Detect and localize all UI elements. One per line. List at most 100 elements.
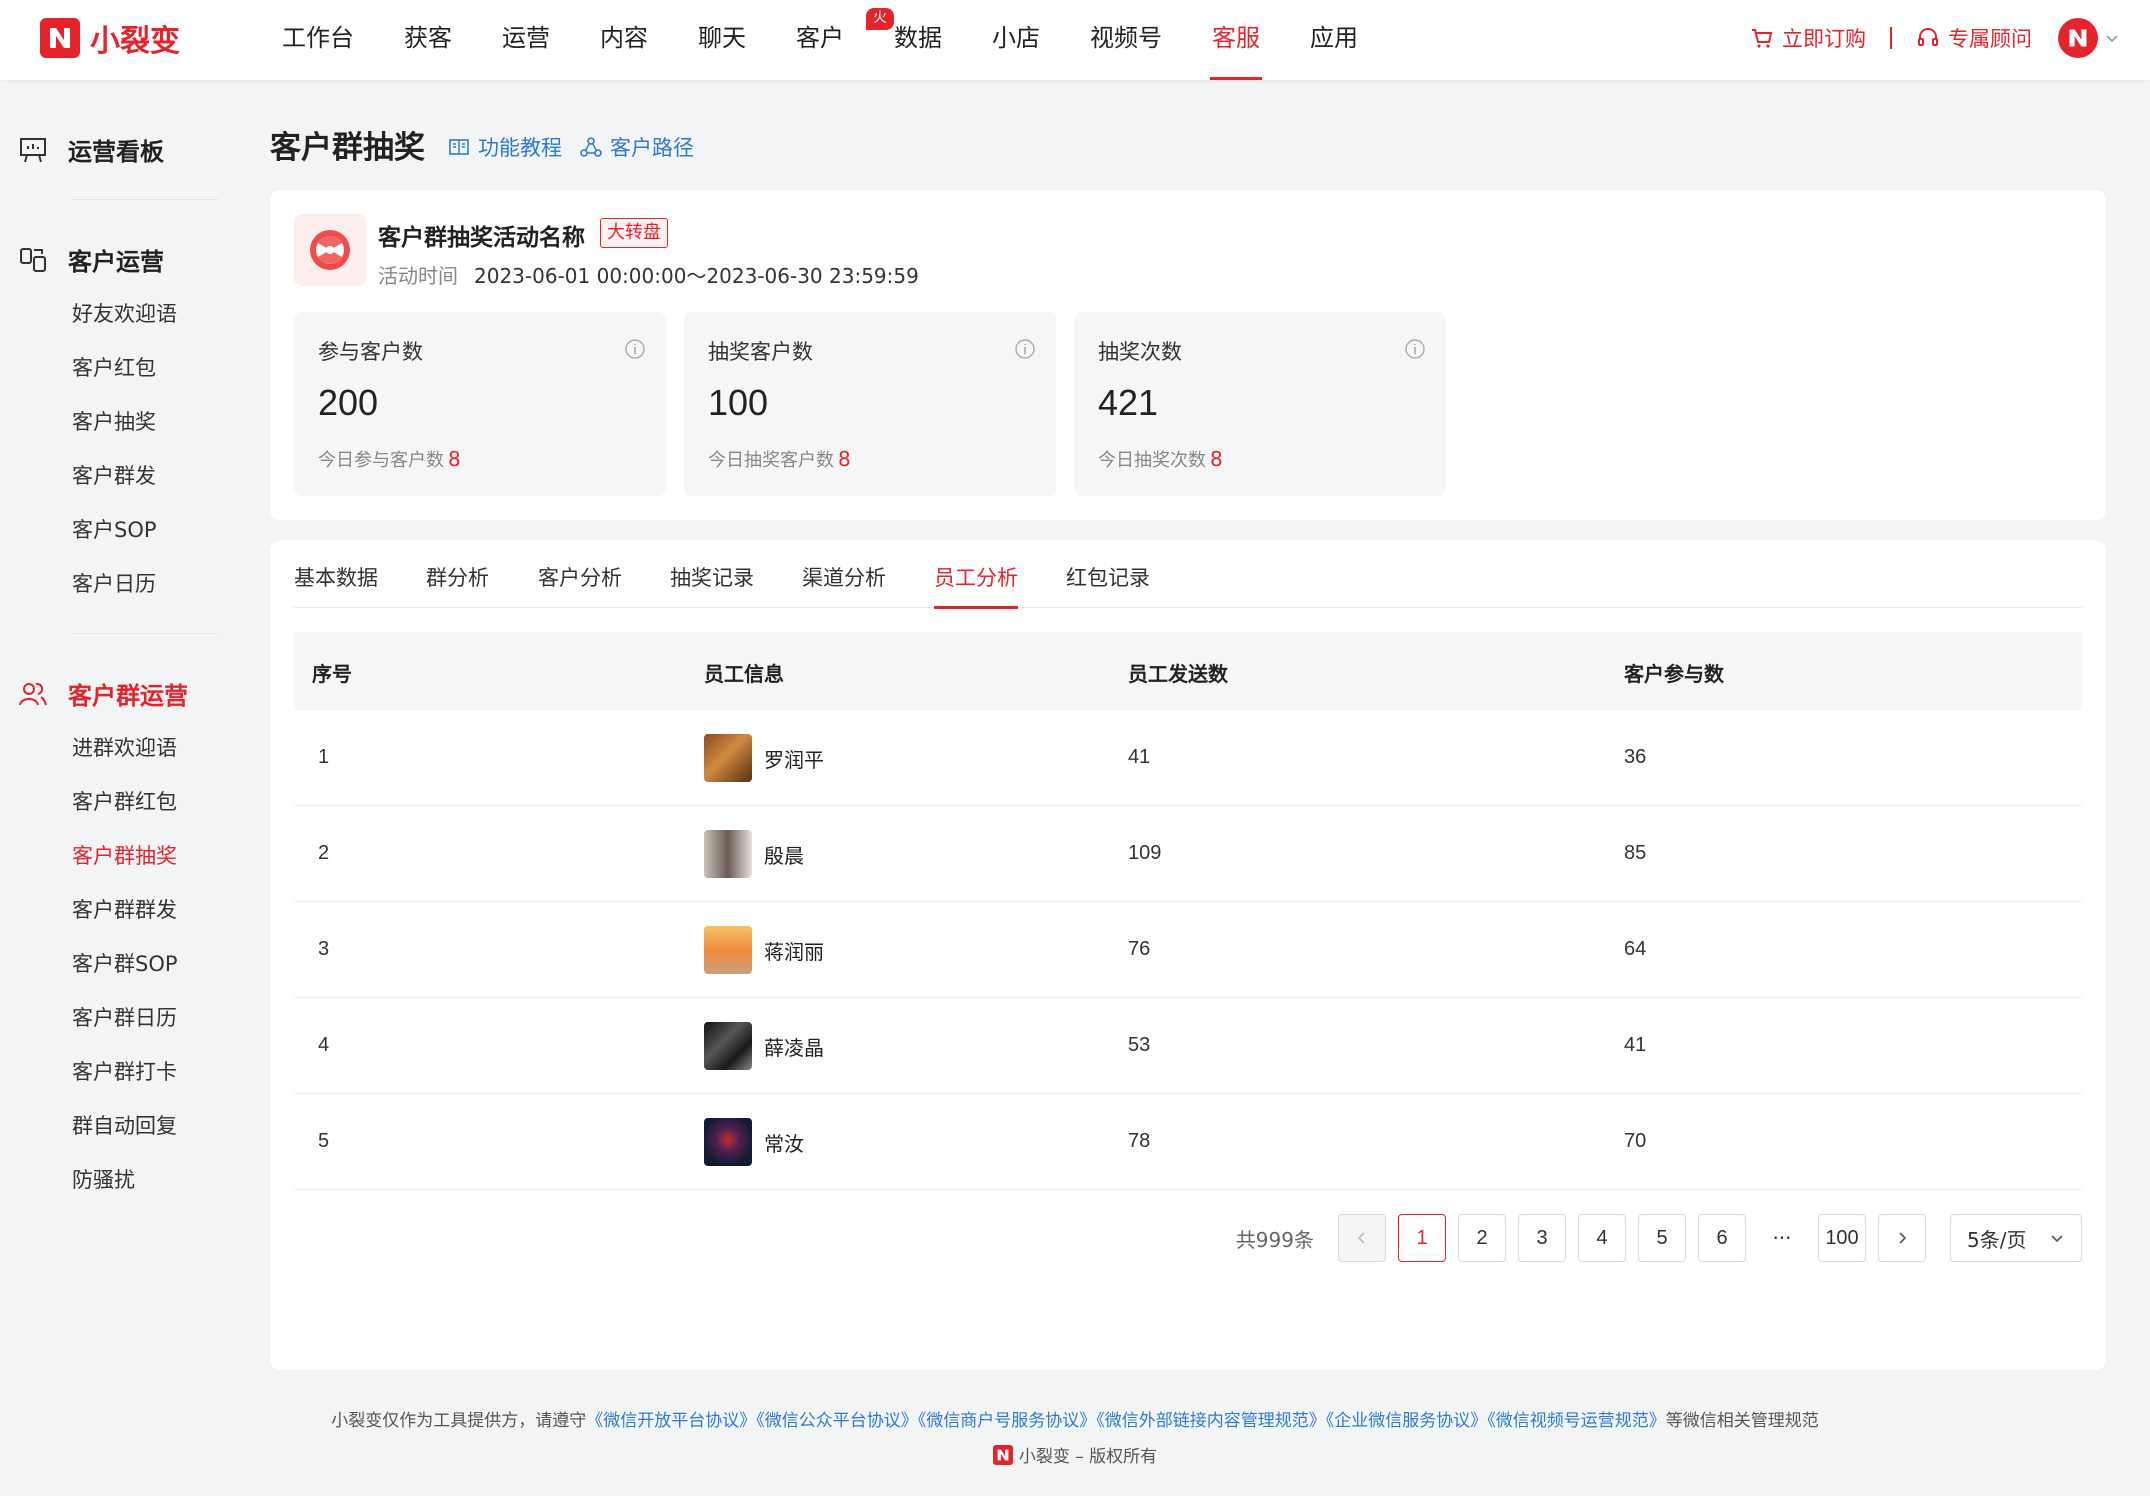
cell-joined: 41 bbox=[1624, 1034, 1647, 1056]
cell-sent: 76 bbox=[1128, 938, 1151, 960]
tab-basic-data[interactable]: 基本数据 bbox=[294, 562, 378, 608]
sidebar-item-group-redpacket[interactable]: 客户群红包 bbox=[72, 786, 177, 816]
cell-no: 3 bbox=[318, 938, 330, 960]
tab-group-analysis[interactable]: 群分析 bbox=[426, 562, 489, 608]
sidebar-item-customer-sop[interactable]: 客户SOP bbox=[72, 514, 157, 544]
stat-today: 今日参与客户数 8 bbox=[318, 446, 461, 472]
sidebar-item-customer-redpacket[interactable]: 客户红包 bbox=[72, 352, 156, 382]
nav-operate[interactable]: 运营 bbox=[480, 0, 572, 80]
sidebar-customer-ops[interactable]: 客户运营 bbox=[18, 242, 164, 277]
page-button-5[interactable]: 5 bbox=[1638, 1214, 1686, 1262]
footer-suffix: 等微信相关管理规范 bbox=[1665, 1411, 1819, 1431]
staff-name: 蒋润丽 bbox=[764, 939, 824, 964]
nav-apps[interactable]: 应用 bbox=[1288, 0, 1380, 80]
prev-page-button[interactable] bbox=[1338, 1214, 1386, 1262]
staff-info: 薛凌晶 bbox=[704, 1022, 824, 1070]
page-button-4[interactable]: 4 bbox=[1578, 1214, 1626, 1262]
footer-link-official-account[interactable]: 《微信公众平台协议》 bbox=[756, 1411, 918, 1431]
stat-today: 今日抽奖次数 8 bbox=[1098, 446, 1223, 472]
nav-chat[interactable]: 聊天 bbox=[676, 0, 768, 80]
tab-customer-analysis[interactable]: 客户分析 bbox=[538, 562, 622, 608]
nav-content[interactable]: 内容 bbox=[578, 0, 670, 80]
sidebar-divider bbox=[72, 633, 218, 634]
stat-value: 421 bbox=[1098, 382, 1159, 423]
tutorial-label: 功能教程 bbox=[478, 136, 562, 160]
table-row[interactable]: 4 薛凌晶 53 41 bbox=[294, 998, 2082, 1094]
page-button-2[interactable]: 2 bbox=[1458, 1214, 1506, 1262]
info-icon[interactable] bbox=[1014, 338, 1036, 360]
footer-copyright: 小裂变 – 版权所有 bbox=[0, 1442, 2150, 1467]
top-right-actions: 立即订购 专属顾问 bbox=[1750, 0, 2120, 76]
table-row[interactable]: 3 蒋润丽 76 64 bbox=[294, 902, 2082, 998]
footer-link-external-content[interactable]: 《微信外部链接内容管理规范》 bbox=[1096, 1411, 1326, 1431]
brand-logo[interactable]: 小裂变 bbox=[40, 16, 180, 60]
page-button-3[interactable]: 3 bbox=[1518, 1214, 1566, 1262]
tab-lottery-records[interactable]: 抽奖记录 bbox=[670, 562, 754, 608]
chevron-down-icon[interactable] bbox=[2104, 30, 2120, 46]
nav-workbench[interactable]: 工作台 bbox=[260, 0, 376, 80]
sidebar-item-customer-broadcast[interactable]: 客户群发 bbox=[72, 460, 156, 490]
staff-info: 蒋润丽 bbox=[704, 926, 824, 974]
stat-label: 参与客户数 bbox=[318, 340, 423, 364]
sidebar-group-ops-label: 客户群运营 bbox=[68, 682, 188, 710]
table-row[interactable]: 5 常汝 78 70 bbox=[294, 1094, 2082, 1190]
info-icon[interactable] bbox=[624, 338, 646, 360]
sidebar-item-group-lottery[interactable]: 客户群抽奖 bbox=[72, 840, 177, 870]
table-row[interactable]: 1 罗润平 41 36 bbox=[294, 710, 2082, 806]
nav-shop[interactable]: 小店 bbox=[970, 0, 1062, 80]
staff-avatar bbox=[704, 830, 752, 878]
sidebar-item-group-autoreply[interactable]: 群自动回复 bbox=[72, 1110, 177, 1140]
nav-data[interactable]: 数据 bbox=[872, 0, 964, 80]
nav-service[interactable]: 客服 bbox=[1190, 0, 1282, 80]
footer-link-open-platform[interactable]: 《微信开放平台协议》 bbox=[586, 1411, 756, 1431]
activity-summary-card: 客户群抽奖活动名称 大转盘 活动时间 2023-06-01 00:00:00～2… bbox=[270, 190, 2106, 520]
analysis-card: 基本数据 群分析 客户分析 抽奖记录 渠道分析 员工分析 红包记录 序号 员工信… bbox=[270, 540, 2106, 1370]
activity-name: 客户群抽奖活动名称 bbox=[378, 225, 585, 251]
sidebar-item-group-sop[interactable]: 客户群SOP bbox=[72, 948, 178, 978]
cell-sent: 53 bbox=[1128, 1034, 1151, 1056]
page-size-select[interactable]: 5条/页 bbox=[1950, 1214, 2082, 1262]
sidebar-group-ops[interactable]: 客户群运营 bbox=[18, 676, 188, 711]
cell-joined: 64 bbox=[1624, 938, 1647, 960]
staff-avatar bbox=[704, 1022, 752, 1070]
tab-channel-analysis[interactable]: 渠道分析 bbox=[802, 562, 886, 608]
sidebar-item-group-welcome[interactable]: 进群欢迎语 bbox=[72, 732, 177, 762]
footer-link-wecom[interactable]: 《企业微信服务协议》 bbox=[1326, 1411, 1488, 1431]
book-icon bbox=[449, 139, 469, 155]
sidebar-item-friend-welcome[interactable]: 好友欢迎语 bbox=[72, 298, 177, 328]
sidebar-item-customer-lottery[interactable]: 客户抽奖 bbox=[72, 406, 156, 436]
page-button-last[interactable]: 100 bbox=[1818, 1214, 1866, 1262]
staff-info: 常汝 bbox=[704, 1118, 804, 1166]
sidebar-board[interactable]: 运营看板 bbox=[18, 132, 164, 167]
stat-today-label: 今日抽奖客户数 bbox=[708, 450, 834, 471]
user-avatar[interactable] bbox=[2058, 18, 2098, 58]
next-page-button[interactable] bbox=[1878, 1214, 1926, 1262]
customer-path-link[interactable]: 客户路径 bbox=[580, 132, 694, 162]
tutorial-link[interactable]: 功能教程 bbox=[448, 132, 562, 162]
nav-customer[interactable]: 客户 火爆 bbox=[774, 0, 894, 80]
page-button-6[interactable]: 6 bbox=[1698, 1214, 1746, 1262]
order-now-link[interactable]: 立即订购 bbox=[1750, 23, 1866, 53]
page-button-1[interactable]: 1 bbox=[1398, 1214, 1446, 1262]
footer-link-channels[interactable]: 《微信视频号运营规范》 bbox=[1487, 1411, 1666, 1431]
sidebar-item-anti-harass[interactable]: 防骚扰 bbox=[72, 1164, 135, 1194]
stat-today-value: 8 bbox=[448, 447, 461, 471]
sidebar-item-group-broadcast[interactable]: 客户群群发 bbox=[72, 894, 177, 924]
footer-link-merchant[interactable]: 《微信商户号服务协议》 bbox=[918, 1411, 1097, 1431]
info-icon[interactable] bbox=[1404, 338, 1426, 360]
sidebar-item-customer-calendar[interactable]: 客户日历 bbox=[72, 568, 156, 598]
advisor-label: 专属顾问 bbox=[1948, 27, 2032, 51]
sidebar-item-group-checkin[interactable]: 客户群打卡 bbox=[72, 1056, 177, 1086]
tab-redpacket-records[interactable]: 红包记录 bbox=[1066, 562, 1150, 608]
nav-acquire[interactable]: 获客 bbox=[382, 0, 474, 80]
page-ellipsis[interactable]: ··· bbox=[1758, 1226, 1806, 1250]
tab-staff-analysis[interactable]: 员工分析 bbox=[934, 562, 1018, 609]
table-row[interactable]: 2 殷晨 109 85 bbox=[294, 806, 2082, 902]
nav-channels[interactable]: 视频号 bbox=[1068, 0, 1184, 80]
stat-value: 200 bbox=[318, 382, 379, 423]
advisor-link[interactable]: 专属顾问 bbox=[1916, 23, 2032, 53]
staff-name: 常汝 bbox=[764, 1131, 804, 1156]
sidebar-item-group-calendar[interactable]: 客户群日历 bbox=[72, 1002, 177, 1032]
page-title: 客户群抽奖 bbox=[270, 130, 425, 166]
col-staff-info: 员工信息 bbox=[704, 662, 784, 686]
